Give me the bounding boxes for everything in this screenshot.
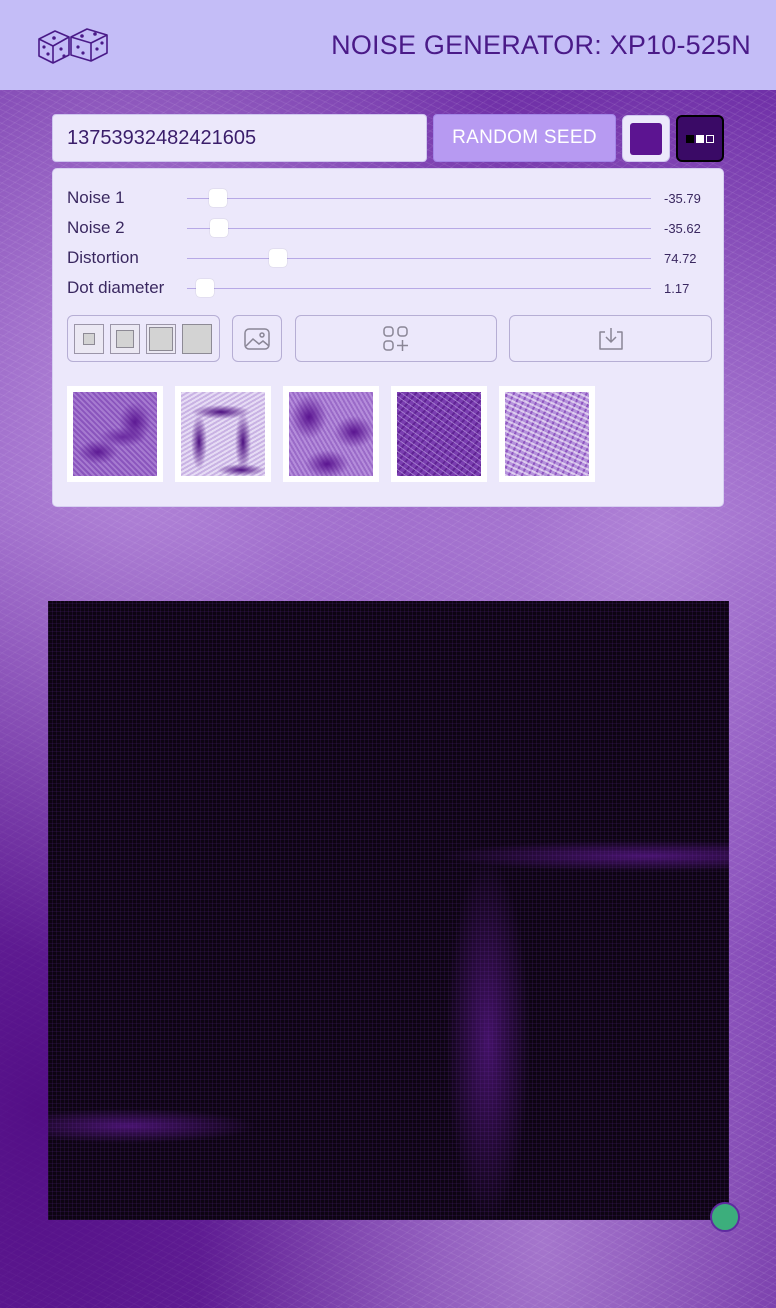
preset-thumbnail[interactable]	[283, 386, 379, 482]
download-button[interactable]	[509, 315, 712, 362]
size-option-xs[interactable]	[74, 323, 104, 354]
preset-thumbnail[interactable]	[67, 386, 163, 482]
slider-dot-diameter[interactable]: Dot diameter 1.17	[67, 275, 717, 301]
slider-label: Dot diameter	[67, 278, 165, 297]
page-title: NOISE GENERATOR: XP10-525N	[331, 29, 751, 60]
status-indicator[interactable]	[710, 1202, 740, 1232]
slider-track[interactable]	[187, 288, 651, 289]
color-picker-button[interactable]	[622, 115, 670, 162]
preset-thumbnail[interactable]	[391, 386, 487, 482]
slider-track[interactable]	[187, 198, 651, 199]
size-option-l[interactable]	[182, 323, 212, 354]
render-mode-button[interactable]	[676, 115, 724, 162]
controls-panel: Noise 1 -35.79 Noise 2 -35.62 Distortion…	[52, 168, 724, 507]
slider-noise-2[interactable]: Noise 2 -35.62	[67, 215, 717, 241]
noise-canvas[interactable]	[48, 601, 729, 1220]
color-swatch	[630, 122, 662, 155]
preset-thumbnail[interactable]	[175, 386, 271, 482]
size-option-s[interactable]	[110, 323, 140, 354]
slider-label: Noise 1	[67, 188, 125, 207]
slider-value: 1.17	[664, 280, 690, 296]
image-icon	[244, 327, 270, 350]
size-option-m[interactable]	[146, 323, 176, 354]
image-button[interactable]	[232, 315, 282, 362]
dice-icon	[38, 28, 108, 64]
slider-label: Distortion	[67, 248, 139, 267]
render-mode-icon	[686, 134, 714, 143]
preset-list	[67, 386, 595, 482]
slider-value: -35.79	[664, 190, 701, 206]
slider-value: -35.62	[664, 220, 701, 236]
slider-noise-1[interactable]: Noise 1 -35.79	[67, 185, 717, 211]
preset-thumbnail[interactable]	[499, 386, 595, 482]
slider-thumb[interactable]	[209, 189, 227, 207]
slider-thumb[interactable]	[210, 219, 228, 237]
slider-thumb[interactable]	[269, 249, 287, 267]
slider-label: Noise 2	[67, 218, 125, 237]
seed-input[interactable]	[52, 114, 427, 162]
download-icon	[598, 327, 623, 350]
slider-value: 74.72	[664, 250, 697, 266]
slider-thumb[interactable]	[196, 279, 214, 297]
dot-size-selector	[67, 315, 220, 362]
slider-track[interactable]	[187, 228, 651, 229]
add-grid-icon	[383, 325, 408, 351]
random-seed-button[interactable]: RANDOM SEED	[433, 114, 616, 162]
slider-track[interactable]	[187, 258, 651, 259]
app-header: NOISE GENERATOR: XP10-525N	[0, 0, 776, 90]
add-preset-button[interactable]	[295, 315, 497, 362]
slider-distortion[interactable]: Distortion 74.72	[67, 245, 717, 271]
